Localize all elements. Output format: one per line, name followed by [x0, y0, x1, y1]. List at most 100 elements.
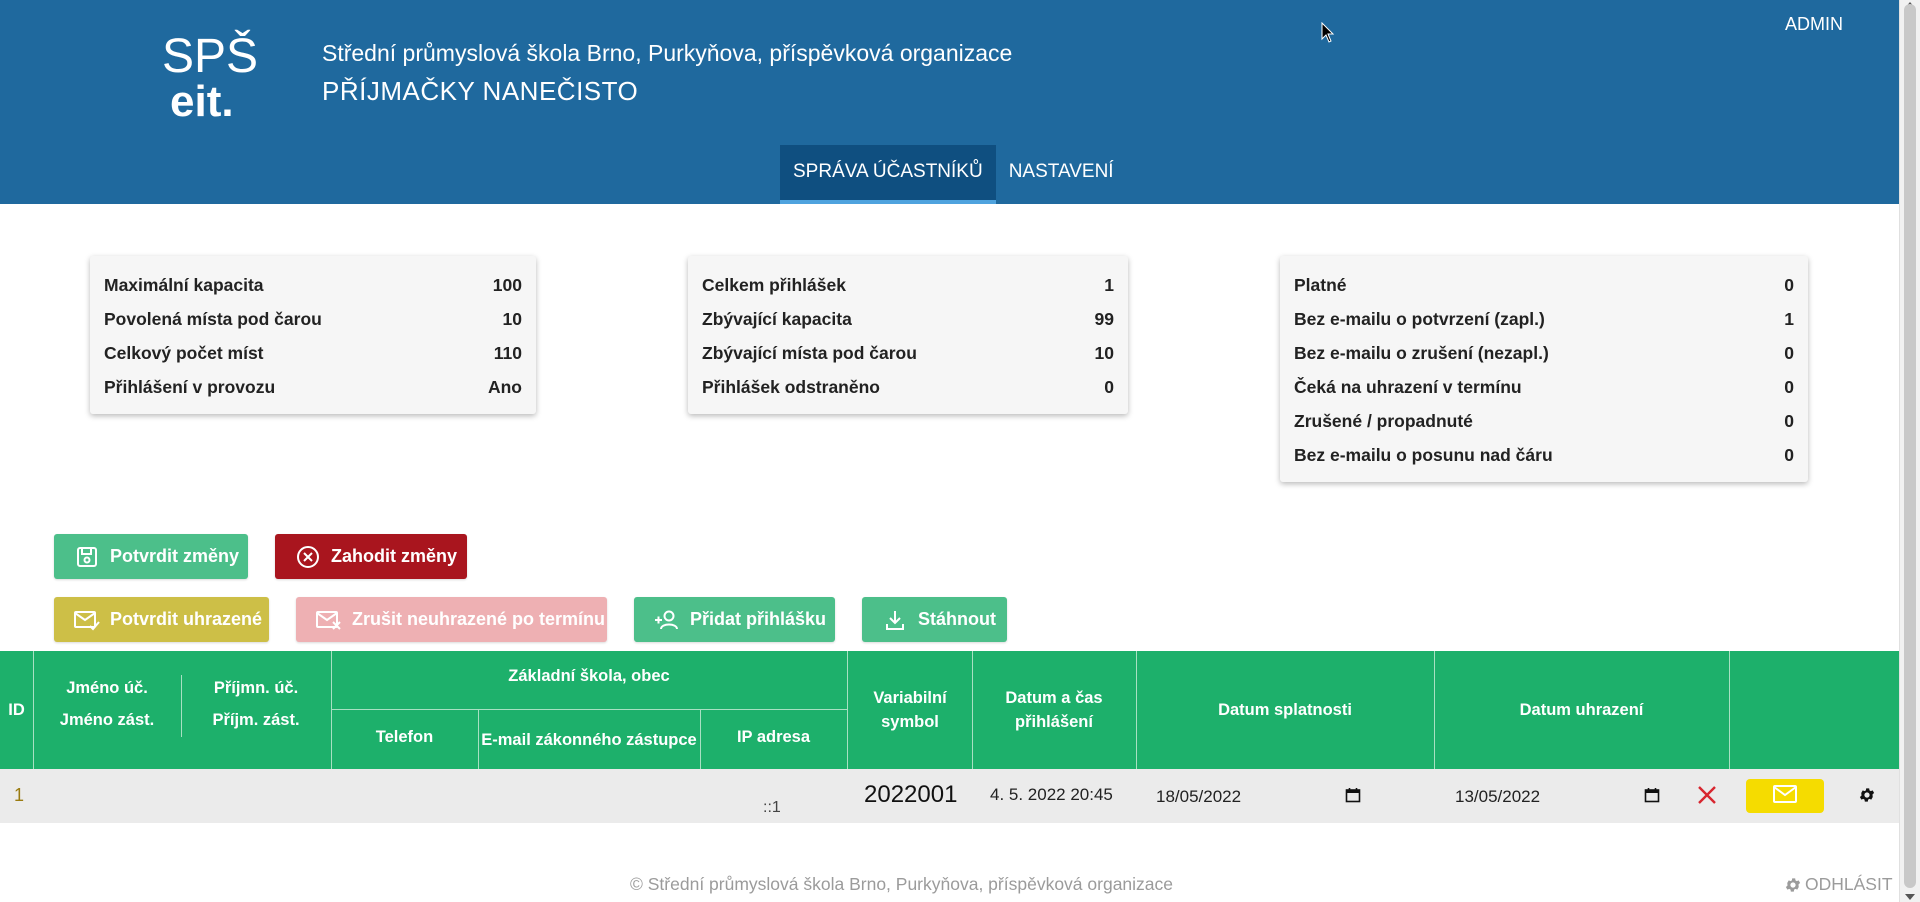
- logo-bottom-text: eit.: [170, 77, 234, 120]
- stat-label: Čeká na uhrazení v termínu: [1294, 377, 1522, 397]
- stat-row: Celkový počet míst 110: [104, 336, 522, 370]
- add-application-button[interactable]: Přidat přihlášku: [634, 597, 835, 642]
- download-label: Stáhnout: [918, 609, 996, 629]
- stat-label: Maximální kapacita: [104, 275, 264, 295]
- clear-paid-date-close-icon[interactable]: [1697, 785, 1717, 810]
- scroll-down-arrow-icon[interactable]: [1905, 894, 1915, 900]
- stat-label: Bez e-mailu o potvrzení (zapl.): [1294, 309, 1545, 329]
- stat-label: Přihlášení v provozu: [104, 377, 276, 397]
- discard-changes-button[interactable]: Zahodit změny: [275, 534, 467, 579]
- col-header-school[interactable]: Základní škola, obec: [331, 651, 847, 701]
- logo-top-text: SPŠ: [162, 29, 258, 83]
- discard-changes-label: Zahodit změny: [331, 546, 458, 566]
- table-row[interactable]: 1 ::1 2022001 4. 5. 2022 20:45 18/05/202…: [0, 769, 1899, 823]
- col-header-ip[interactable]: IP adresa: [700, 717, 847, 757]
- paid-date-input[interactable]: 13/05/2022: [1455, 781, 1660, 813]
- col-header-due-date[interactable]: Datum splatnosti: [1136, 651, 1434, 769]
- stat-value: 110: [493, 343, 522, 363]
- tab-participants[interactable]: SPRÁVA ÚČASTNÍKŮ: [780, 145, 996, 204]
- app-header: SPŠ eit. Střední průmyslová škola Brno, …: [0, 0, 1899, 204]
- stat-row: Přihlášení v provozu Ano: [104, 370, 522, 404]
- stat-value: 0: [1784, 275, 1794, 295]
- stat-value: 1: [1784, 309, 1794, 329]
- copyright-text: © Střední průmyslová škola Brno, Purkyňo…: [630, 874, 1174, 894]
- mail-icon: [1773, 784, 1797, 808]
- download-icon: [882, 607, 908, 633]
- col-header-var-symbol[interactable]: Variabilní symbol: [862, 681, 958, 739]
- stat-label: Bez e-mailu o posunu nad čáru: [1294, 445, 1553, 465]
- col-header-registered[interactable]: Datum a čas přihlášení: [984, 681, 1124, 739]
- stat-label: Celkem přihlášek: [702, 275, 846, 295]
- col-header-guardian-last[interactable]: Příjm. zást.: [181, 705, 331, 735]
- stat-label: Povolená místa pod čarou: [104, 309, 322, 329]
- due-date-value: 18/05/2022: [1156, 787, 1242, 806]
- app-title: PŘÍJMAČKY NANEČISTO: [322, 76, 639, 106]
- row-settings-gear-icon[interactable]: [1858, 786, 1876, 809]
- confirm-paid-button[interactable]: Potvrdit uhrazené: [54, 597, 269, 642]
- stat-value: 10: [1094, 343, 1114, 363]
- row-id: 1: [14, 785, 25, 805]
- tab-settings[interactable]: NASTAVENÍ: [996, 145, 1127, 204]
- send-mail-button[interactable]: [1746, 779, 1824, 813]
- logout-link[interactable]: ODHLÁSIT: [1784, 874, 1893, 895]
- mouse-cursor-icon: [1321, 21, 1335, 49]
- stat-row: Maximální kapacita 100: [104, 268, 522, 302]
- col-header-last-name[interactable]: Příjmn. úč.: [181, 671, 331, 705]
- footer: © Střední průmyslová škola Brno, Purkyňo…: [0, 874, 1899, 902]
- calendar-icon[interactable]: [1644, 787, 1660, 808]
- paid-date-value: 13/05/2022: [1455, 787, 1541, 806]
- stats-card-status: Platné 0 Bez e-mailu o potvrzení (zapl.) 1…: [1280, 256, 1808, 482]
- page: SPŠ eit. Střední průmyslová škola Brno, …: [0, 0, 1920, 902]
- person-add-icon: [654, 607, 680, 633]
- row-divider: [331, 709, 847, 710]
- stat-value: 0: [1784, 445, 1794, 465]
- stat-row: Zbývající kapacita 99: [702, 302, 1114, 336]
- content: SPŠ eit. Střední průmyslová škola Brno, …: [0, 0, 1899, 902]
- stat-value: 0: [1784, 411, 1794, 431]
- column-divider: [847, 651, 848, 769]
- stat-value: 99: [1094, 309, 1114, 329]
- confirm-changes-button[interactable]: Potvrdit změny: [54, 534, 248, 579]
- add-application-label: Přidat přihlášku: [690, 609, 827, 629]
- row-var-symbol: 2022001: [864, 781, 958, 808]
- stat-row: Povolená místa pod čarou 10: [104, 302, 522, 336]
- col-header-id[interactable]: ID: [0, 651, 33, 769]
- stat-label: Platné: [1294, 275, 1347, 295]
- stat-row: Celkem přihlášek 1: [702, 268, 1114, 302]
- download-button[interactable]: Stáhnout: [862, 597, 1007, 642]
- col-header-paid-date[interactable]: Datum uhrazení: [1434, 651, 1729, 769]
- stat-row: Platné 0: [1294, 268, 1794, 302]
- main-nav: SPRÁVA ÚČASTNÍKŮ NASTAVENÍ: [780, 145, 1127, 204]
- col-header-guardian-email[interactable]: E-mail zákonného zástupce: [478, 711, 700, 769]
- school-logo[interactable]: SPŠ eit.: [160, 28, 270, 126]
- stat-label: Bez e-mailu o zrušení (nezapl.): [1294, 343, 1549, 363]
- stat-value: 0: [1784, 377, 1794, 397]
- stat-value: 0: [1784, 343, 1794, 363]
- col-header-phone[interactable]: Telefon: [331, 717, 478, 757]
- stat-value: 0: [1104, 377, 1114, 397]
- vertical-scrollbar[interactable]: [1899, 0, 1920, 902]
- stat-row: Bez e-mailu o posunu nad čáru 0: [1294, 438, 1794, 472]
- stat-row: Zrušené / propadnuté 0: [1294, 404, 1794, 438]
- gear-icon: [1784, 876, 1802, 894]
- mail-check-icon: [74, 607, 100, 633]
- stats-card-capacity: Maximální kapacita 100 Povolená místa pod…: [90, 256, 536, 414]
- stat-value: Ano: [487, 377, 522, 397]
- due-date-input[interactable]: 18/05/2022: [1156, 781, 1361, 813]
- calendar-icon[interactable]: [1345, 787, 1361, 808]
- row-ip: ::1: [763, 799, 781, 816]
- scrollbar-thumb[interactable]: [1904, 4, 1916, 888]
- table-header: ID Jméno úč. Příjmn. úč. Základní škola,…: [0, 651, 1899, 769]
- close-circle-icon: [295, 544, 321, 570]
- confirm-changes-label: Potvrdit změny: [110, 546, 240, 566]
- col-header-first-name[interactable]: Jméno úč.: [33, 671, 181, 705]
- cancel-unpaid-label: Zrušit neuhrazené po termínu: [352, 609, 606, 629]
- cancel-unpaid-button[interactable]: Zrušit neuhrazené po termínu: [296, 597, 607, 642]
- stat-row: Čeká na uhrazení v termínu 0: [1294, 370, 1794, 404]
- user-name[interactable]: ADMIN: [1785, 14, 1843, 35]
- stat-row: Bez e-mailu o potvrzení (zapl.) 1: [1294, 302, 1794, 336]
- save-icon: [74, 544, 100, 570]
- school-name: Střední průmyslová škola Brno, Purkyňova…: [322, 40, 1013, 66]
- col-header-guardian-first[interactable]: Jméno zást.: [33, 705, 181, 735]
- stat-value: 100: [492, 275, 522, 295]
